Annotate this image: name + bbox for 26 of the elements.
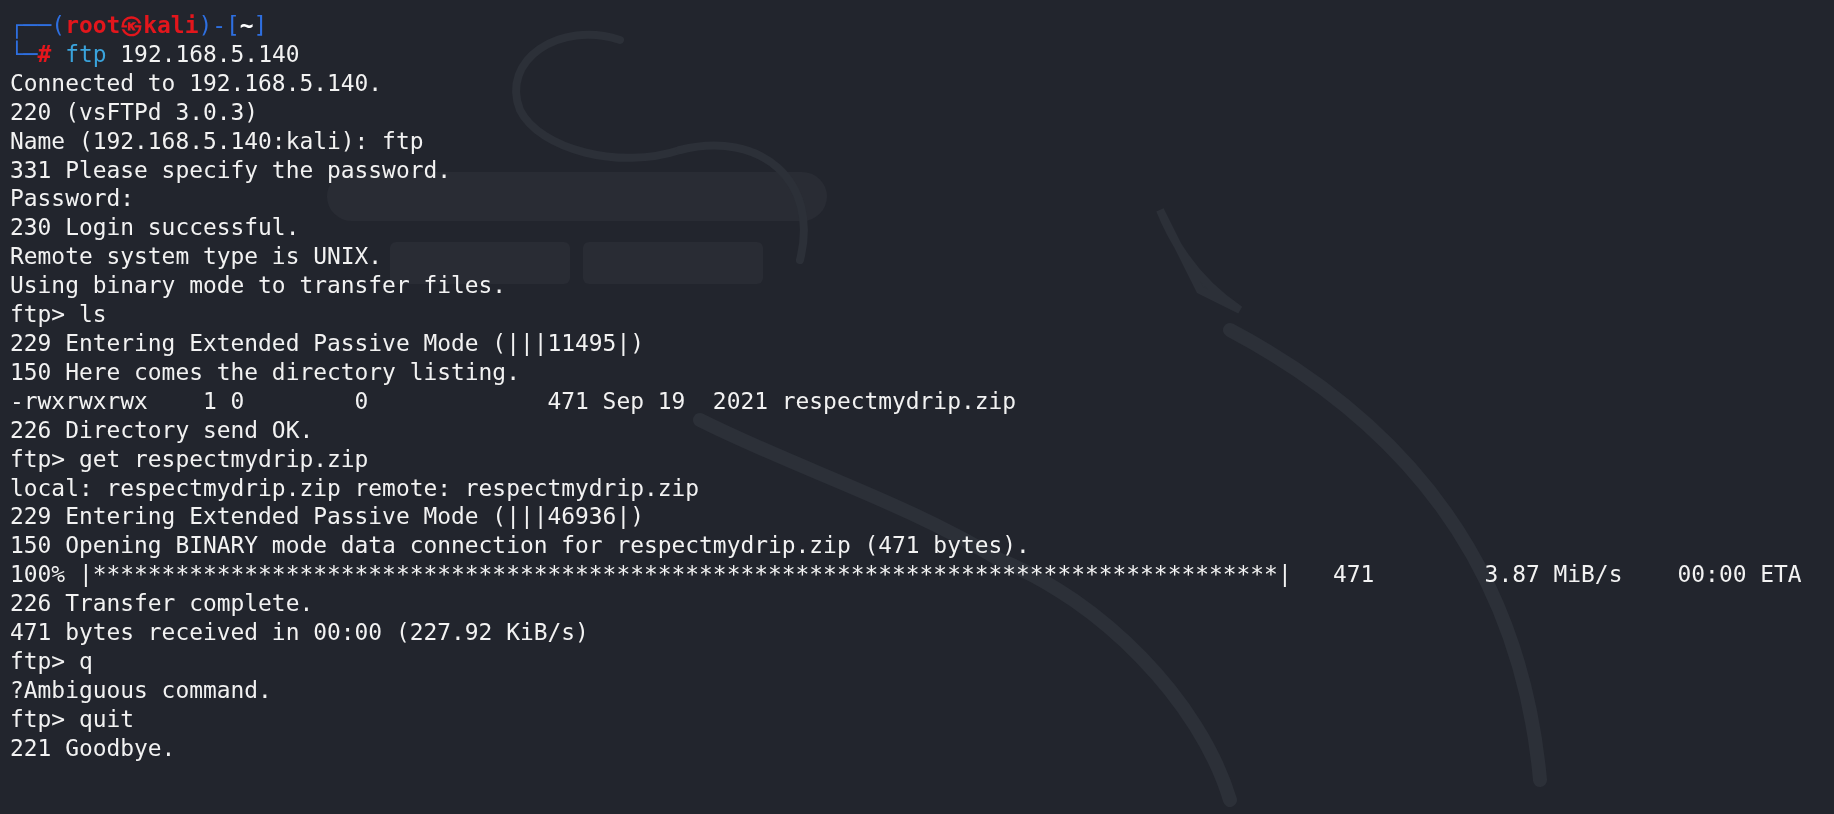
terminal-line: ?Ambiguous command. — [10, 675, 272, 705]
terminal-line: 229 Entering Extended Passive Mode (|||46936|) — [10, 502, 644, 532]
terminal-line: 221 Goodbye. — [10, 733, 176, 763]
terminal-line: 229 Entering Extended Passive Mode (|||11495|) — [10, 328, 644, 358]
prompt-line: ┌──(root㉿kali)-[~] — [10, 11, 268, 40]
terminal-line: ftp> quit — [10, 704, 135, 734]
terminal-line: Password: — [10, 184, 135, 214]
terminal-line: local: respectmydrip.zip remote: respectmydrip.zip — [10, 473, 700, 503]
terminal-line: ftp> q — [10, 646, 93, 676]
terminal-line: 150 Opening BINARY mode data connection for respectmydrip.zip (471 bytes). — [10, 531, 1030, 561]
terminal-line: Name (192.168.5.140:kali): ftp — [10, 126, 424, 156]
terminal-line: 471 bytes received in 00:00 (227.92 KiB/s) — [10, 618, 589, 647]
terminal-line: 226 Directory send OK. — [10, 415, 314, 445]
terminal-line: Connected to 192.168.5.140. — [10, 68, 383, 98]
terminal-line: 220 (vsFTPd 3.0.3) — [10, 97, 259, 127]
terminal-line: Using binary mode to transfer files. — [10, 271, 507, 301]
terminal-line: ftp> ls — [10, 300, 107, 329]
terminal-line: 230 Login successful. — [10, 213, 300, 243]
terminal-line: 150 Here comes the directory listing. — [10, 357, 520, 387]
terminal-line: Remote system type is UNIX. — [10, 242, 383, 272]
command-line: └─# ftp 192.168.5.140 — [10, 40, 300, 69]
terminal-line: 100% |**************************************************************************************| 471 3.87 MiB/s 00:00 ETA — [10, 560, 1802, 590]
terminal-line: ftp> get respectmydrip.zip — [10, 444, 369, 474]
terminal-line: 331 Please specify the password. — [10, 155, 451, 185]
terminal-line: -rwxrwxrwx 1 0 0 471 Sep 19 2021 respectmydrip.zip — [10, 386, 1017, 416]
terminal-line: 226 Transfer complete. — [10, 589, 314, 619]
